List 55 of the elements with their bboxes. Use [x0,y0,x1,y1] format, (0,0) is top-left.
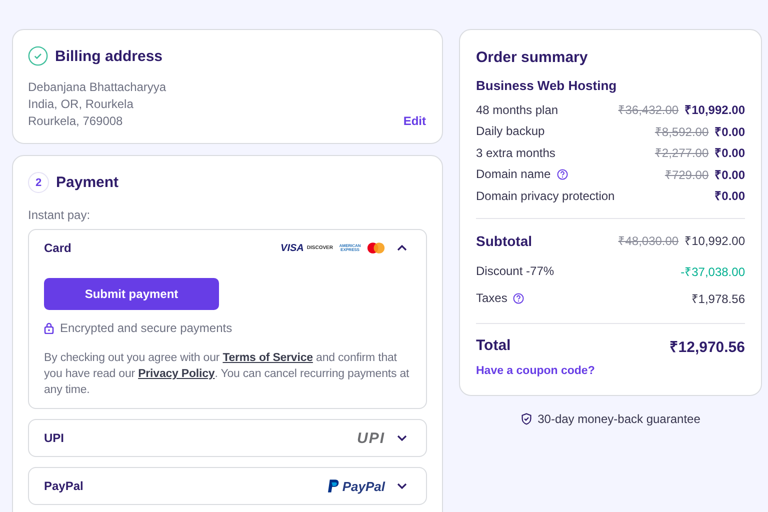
product-name: Business Web Hosting [476,78,618,93]
policy-link[interactable]: Privacy Policy [138,368,215,380]
mastercard-icon [367,242,385,254]
adjustment-label: Taxes [476,291,508,305]
caret-icon[interactable] [397,483,407,489]
item-label: Daily backup [476,124,545,138]
address-line: Debanjana Bhattacharyya [28,80,168,94]
address-line: Rourkela, 769008 [28,114,124,128]
paypal-logo: PayPal [342,478,385,494]
method-name[interactable]: UPI [44,431,357,445]
instant-pay-label: Instant pay: [28,208,92,222]
item-label: 48 months plan [476,102,558,117]
item-price: ₹0.00 [714,188,745,204]
terms-paragraph: By checking out you agree with our Terms of Service and confirm that you have read our Privacy Policy. You can cancel recurring payments at any time. [44,351,410,398]
total-label: Total [476,337,511,354]
original-price: ₹729.00 [664,166,709,183]
adjustment-label: Discount -77% [476,264,554,278]
policy-link[interactable]: Terms of Service [222,352,313,364]
original-price: ₹2,277.00 [654,145,709,162]
caret-icon[interactable] [397,245,407,251]
item-price: ₹0.00 [714,166,745,183]
upi-logo: UPI [356,430,385,446]
item-price: ₹10,992.00 [684,102,745,118]
method-name[interactable]: PayPal [44,479,328,493]
method-name[interactable]: Card [44,241,281,255]
item-label: 3 extra months [476,146,556,160]
section-title: Billing address [55,48,163,64]
subtotal-label: Subtotal [476,232,532,248]
help-icon[interactable] [556,168,568,180]
original-price: ₹36,432.00 [618,102,679,118]
adjustment-amount: -₹37,038.00 [680,264,745,280]
paypal-p-icon [328,479,340,493]
section-title: Payment [56,174,119,191]
edit-link[interactable]: Edit [403,114,426,128]
secure-note: Encrypted and secure payments [60,321,232,335]
item-label: Domain privacy protection [476,188,615,203]
address-line: India, OR, Rourkela [28,97,134,111]
item-label: Domain name [476,167,551,182]
visa-logo: VISA [280,242,304,254]
lock-icon [44,322,54,334]
original-price: ₹8,592.00 [654,124,709,140]
caret-icon[interactable] [397,435,407,441]
coupon-link[interactable]: Have a coupon code? [476,364,595,376]
step-number: 2 [28,172,49,193]
submit-payment-button[interactable]: Submit payment [44,278,219,310]
subtotal-price: ₹10,992.00 [684,233,745,249]
summary-title: Order summary [476,49,589,66]
shield-check-icon [520,412,532,424]
guarantee-text: 30-day money-back guarantee [538,412,700,426]
item-price: ₹0.00 [714,145,745,162]
total-price: ₹12,970.56 [669,338,745,356]
help-icon[interactable] [513,292,524,304]
adjustment-amount: ₹1,978.56 [691,290,745,306]
original-price: ₹48,030.00 [618,233,679,249]
item-price: ₹0.00 [714,124,745,140]
